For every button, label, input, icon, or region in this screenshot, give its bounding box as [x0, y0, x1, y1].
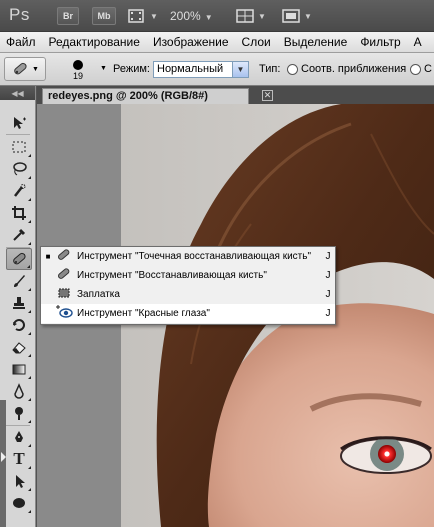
- chevron-down-icon: ▼: [232, 62, 248, 77]
- flyout-item-label: Заплатка: [77, 289, 120, 300]
- brush-picker[interactable]: 19: [60, 57, 96, 83]
- document-tab-strip: redeyes.png @ 200% (RGB/8#) ✕: [37, 86, 434, 104]
- expand-arrow-icon[interactable]: [1, 452, 6, 462]
- type-proximity-radio[interactable]: Соотв. приближения: [287, 63, 406, 75]
- flyout-item-label: Инструмент "Восстанавливающая кисть": [77, 270, 267, 281]
- healing-tools-flyout: ■ Инструмент "Точечная восстанавливающая…: [40, 246, 336, 325]
- patch-icon: [55, 286, 73, 303]
- healing-brush-icon: [55, 267, 73, 284]
- bridge-button[interactable]: Br: [57, 7, 79, 25]
- mode-label: Режим:: [113, 63, 150, 75]
- application-bar: Ps Br Mb ▼ 200% ▼ ▼ ▼: [0, 0, 434, 32]
- flyout-item-healing-brush[interactable]: Инструмент "Восстанавливающая кисть" J: [41, 266, 335, 285]
- type-texture-radio[interactable]: С: [410, 63, 432, 75]
- brush-tip-icon: [73, 60, 83, 70]
- radio-label: Соотв. приближения: [301, 63, 407, 75]
- spot-healing-tool-icon[interactable]: [6, 248, 32, 270]
- crop-tool-icon[interactable]: [6, 202, 32, 224]
- menu-bar: Файл Редактирование Изображение Слои Выд…: [0, 32, 434, 53]
- film-strip-icon[interactable]: ▼: [128, 8, 158, 24]
- flyout-item-label: Инструмент "Красные глаза": [77, 308, 210, 319]
- mode-select[interactable]: Нормальный ▼: [153, 61, 249, 78]
- arrange-documents-icon[interactable]: ▼: [236, 8, 266, 24]
- menu-analysis[interactable]: А: [414, 35, 422, 49]
- type-label: Тип:: [259, 63, 281, 75]
- shape-tool-icon[interactable]: [6, 492, 32, 514]
- radio-circle-icon: [410, 63, 421, 75]
- red-eye-icon: [55, 305, 73, 322]
- chevron-down-icon[interactable]: ▼: [100, 65, 107, 72]
- brush-size: 19: [72, 71, 83, 81]
- menu-select[interactable]: Выделение: [284, 35, 348, 49]
- flyout-item-label: Инструмент "Точечная восстанавливающая к…: [77, 251, 312, 262]
- flyout-item-spot-healing-brush[interactable]: ■ Инструмент "Точечная восстанавливающая…: [41, 247, 335, 266]
- flyout-item-shortcut: J: [325, 308, 331, 319]
- menu-filter[interactable]: Фильтр: [360, 35, 400, 49]
- history-brush-tool-icon[interactable]: [6, 314, 32, 336]
- brush-tool-icon[interactable]: [6, 270, 32, 292]
- tool-preset-picker[interactable]: ▼: [4, 57, 46, 81]
- menu-edit[interactable]: Редактирование: [49, 35, 140, 49]
- screen-mode-icon[interactable]: ▼: [282, 8, 312, 24]
- chevron-down-icon: ▼: [32, 65, 39, 73]
- options-bar: ▼ 19 ▼ Режим: Нормальный ▼ Тип: Соотв. п…: [0, 53, 434, 86]
- flyout-item-shortcut: J: [325, 251, 331, 262]
- eyedropper-tool-icon[interactable]: [6, 224, 32, 246]
- active-bullet-icon: ■: [45, 252, 51, 261]
- path-selection-tool-icon[interactable]: [6, 470, 32, 492]
- menu-image[interactable]: Изображение: [153, 35, 229, 49]
- blur-tool-icon[interactable]: [6, 380, 32, 402]
- dodge-tool-icon[interactable]: [6, 402, 32, 424]
- marquee-tool-icon[interactable]: [6, 136, 32, 158]
- clone-stamp-tool-icon[interactable]: [6, 292, 32, 314]
- spot-healing-brush-icon: [55, 248, 73, 265]
- flyout-item-shortcut: J: [325, 289, 331, 300]
- close-icon[interactable]: ✕: [262, 90, 273, 101]
- quick-selection-tool-icon[interactable]: [6, 180, 32, 202]
- document-tab[interactable]: redeyes.png @ 200% (RGB/8#): [42, 88, 249, 104]
- eraser-tool-icon[interactable]: [6, 336, 32, 358]
- radio-circle-icon: [287, 63, 298, 75]
- radio-label: С: [424, 63, 432, 75]
- menu-file[interactable]: Файл: [6, 35, 36, 49]
- flyout-item-red-eye[interactable]: Инструмент "Красные глаза" J: [41, 304, 335, 323]
- flyout-item-shortcut: J: [325, 270, 331, 281]
- type-tool-icon[interactable]: T: [6, 448, 32, 470]
- menu-layers[interactable]: Слои: [242, 35, 271, 49]
- toolbox-collapse-handle[interactable]: ◀◀: [0, 86, 35, 100]
- lasso-tool-icon[interactable]: [6, 158, 32, 180]
- mode-value: Нормальный: [157, 63, 224, 75]
- zoom-level[interactable]: 200% ▼: [170, 9, 213, 23]
- mini-bridge-button[interactable]: Mb: [92, 7, 116, 25]
- gradient-tool-icon[interactable]: [6, 358, 32, 380]
- photoshop-logo: Ps: [9, 5, 30, 24]
- pen-tool-icon[interactable]: [6, 426, 32, 448]
- spot-healing-brush-icon: [14, 62, 27, 75]
- flyout-item-patch[interactable]: Заплатка J: [41, 285, 335, 304]
- panel-edge-strip: [0, 400, 6, 527]
- move-tool-icon[interactable]: [6, 112, 32, 134]
